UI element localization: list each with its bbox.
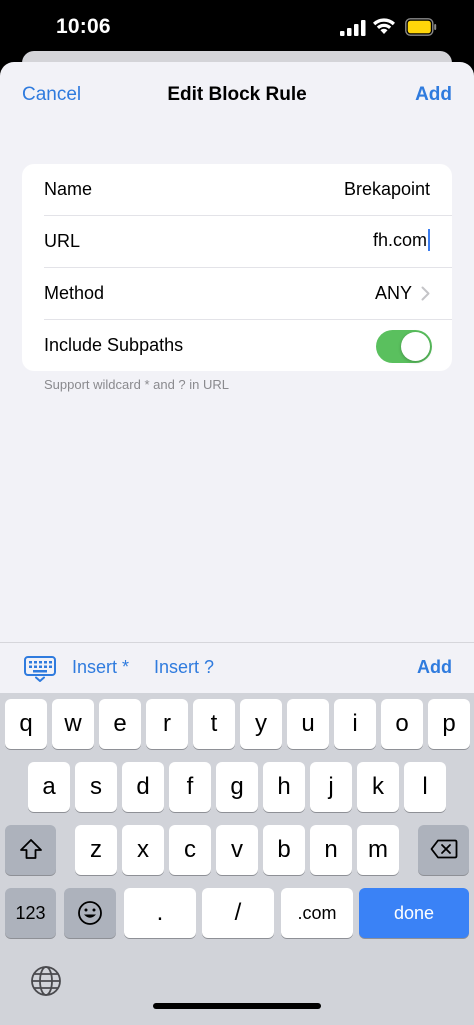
key-i[interactable]: i <box>334 699 376 749</box>
rule-form: Name Brekapoint URL fh.com Method ANY In… <box>22 164 452 371</box>
subpaths-label: Include Subpaths <box>44 335 184 355</box>
slash-key[interactable]: / <box>202 888 274 938</box>
key-n[interactable]: n <box>310 825 352 875</box>
url-row[interactable]: URL fh.com <box>44 216 452 268</box>
key-a[interactable]: a <box>28 762 70 812</box>
key-h[interactable]: h <box>263 762 305 812</box>
key-e[interactable]: e <box>99 699 141 749</box>
delete-icon <box>430 839 457 859</box>
done-key[interactable]: done <box>359 888 469 938</box>
name-field[interactable]: Brekapoint <box>344 179 430 200</box>
key-o[interactable]: o <box>381 699 423 749</box>
insert-question-button[interactable]: Insert ? <box>154 657 214 678</box>
key-x[interactable]: x <box>122 825 164 875</box>
emoji-key[interactable] <box>64 888 116 938</box>
url-label: URL <box>44 231 81 251</box>
key-q[interactable]: q <box>5 699 47 749</box>
period-key[interactable]: . <box>124 888 196 938</box>
signal-icon <box>340 20 366 36</box>
wifi-icon <box>373 18 395 34</box>
numbers-key[interactable]: 123 <box>5 888 56 938</box>
key-j[interactable]: j <box>310 762 352 812</box>
key-r[interactable]: r <box>146 699 188 749</box>
keyboard-icon[interactable] <box>24 656 56 682</box>
method-row[interactable]: Method ANY <box>44 268 452 320</box>
edit-rule-sheet: Cancel Edit Block Rule Add Name Brekapoi… <box>0 62 474 1025</box>
key-k[interactable]: k <box>357 762 399 812</box>
name-row[interactable]: Name Brekapoint <box>44 164 452 216</box>
toggle-knob <box>401 332 430 361</box>
status-bar: 10:06 <box>0 0 474 56</box>
url-field-wrap[interactable]: fh.com <box>373 229 430 251</box>
shift-key[interactable] <box>5 825 56 875</box>
wildcard-footnote: Support wildcard * and ? in URL <box>44 377 229 392</box>
key-c[interactable]: c <box>169 825 211 875</box>
delete-key[interactable] <box>418 825 469 875</box>
url-field[interactable]: fh.com <box>373 230 427 251</box>
status-time: 10:06 <box>56 15 111 38</box>
key-s[interactable]: s <box>75 762 117 812</box>
name-label: Name <box>44 179 93 199</box>
key-f[interactable]: f <box>169 762 211 812</box>
key-u[interactable]: u <box>287 699 329 749</box>
key-b[interactable]: b <box>263 825 305 875</box>
keyboard-accessory-bar: Insert * Insert ? Add <box>0 642 474 692</box>
key-t[interactable]: t <box>193 699 235 749</box>
add-button[interactable]: Add <box>415 84 452 106</box>
key-g[interactable]: g <box>216 762 258 812</box>
dotcom-key[interactable]: .com <box>281 888 353 938</box>
home-indicator <box>153 1003 321 1009</box>
key-m[interactable]: m <box>357 825 399 875</box>
battery-icon <box>405 18 437 36</box>
insert-asterisk-button[interactable]: Insert * <box>72 657 129 678</box>
method-value: ANY <box>374 283 412 303</box>
method-label: Method <box>44 283 105 303</box>
key-z[interactable]: z <box>75 825 117 875</box>
text-caret <box>428 229 430 251</box>
key-d[interactable]: d <box>122 762 164 812</box>
shift-icon <box>19 839 42 859</box>
emoji-icon <box>78 901 102 925</box>
include-subpaths-toggle[interactable] <box>376 330 432 363</box>
key-y[interactable]: y <box>240 699 282 749</box>
subpaths-row: Include Subpaths <box>44 320 452 372</box>
accessory-add-button[interactable]: Add <box>417 657 452 678</box>
chevron-right-icon <box>421 286 430 301</box>
key-v[interactable]: v <box>216 825 258 875</box>
key-w[interactable]: w <box>52 699 94 749</box>
cancel-button[interactable]: Cancel <box>22 84 81 106</box>
globe-icon[interactable] <box>30 965 62 997</box>
key-p[interactable]: p <box>428 699 470 749</box>
keyboard: q w e r t y u i o p a s d f g h j k l z … <box>0 693 474 1025</box>
key-l[interactable]: l <box>404 762 446 812</box>
